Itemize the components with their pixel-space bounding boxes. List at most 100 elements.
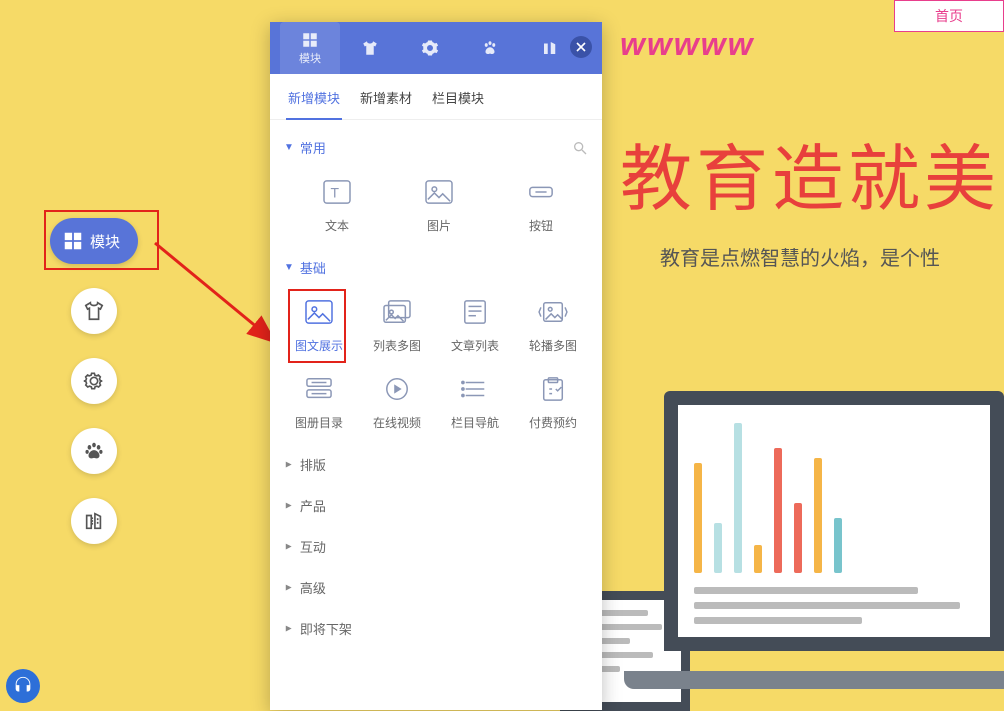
- section-product-title: 产品: [300, 496, 326, 515]
- gear-icon: [421, 39, 439, 57]
- section-advanced-title: 高级: [300, 578, 326, 597]
- side-modules-label: 模块: [90, 231, 120, 252]
- mod-list-multi[interactable]: 列表多图: [360, 297, 434, 354]
- section-interact-title: 互动: [300, 537, 326, 556]
- mod-button-label: 按钮: [529, 217, 553, 234]
- grid-icon: [62, 230, 84, 252]
- image-icon: [424, 179, 454, 205]
- multi-image-icon: [382, 299, 412, 325]
- subtab-add-asset[interactable]: 新增素材: [350, 74, 422, 119]
- section-basic-header[interactable]: ▼ 基础: [282, 244, 590, 285]
- side-modules-button[interactable]: 模块: [50, 218, 138, 264]
- image-icon: [304, 299, 334, 325]
- side-settings-button[interactable]: [71, 358, 117, 404]
- mod-button[interactable]: 按钮: [492, 177, 590, 234]
- chevron-right-icon: ▼: [283, 583, 294, 593]
- chevron-right-icon: ▼: [283, 542, 294, 552]
- mod-rich-image-label: 图文展示: [295, 337, 343, 354]
- clipboard-icon: [538, 376, 568, 402]
- section-advanced-header[interactable]: ▼ 高级: [282, 564, 590, 605]
- section-common-header[interactable]: ▼ 常用: [282, 124, 590, 165]
- mod-article-list[interactable]: 文章列表: [438, 297, 512, 354]
- section-common-title: 常用: [300, 138, 326, 157]
- shirt-icon: [83, 300, 105, 322]
- panel-header: 模块: [270, 22, 602, 74]
- document-icon: [460, 299, 490, 325]
- modules-panel: 模块 新增模块 新增素材 栏目模块 ▼ 常用 T: [270, 22, 602, 710]
- side-tools-button[interactable]: [71, 498, 117, 544]
- paw-icon: [83, 440, 105, 462]
- annotation-arrow: [150, 238, 290, 358]
- button-icon: [526, 179, 556, 205]
- banner-logo-text: wwwww: [620, 26, 754, 63]
- mod-carousel[interactable]: 轮播多图: [516, 297, 590, 354]
- mod-paid-appt[interactable]: 付费预约: [516, 374, 590, 431]
- mod-rich-image[interactable]: 图文展示: [282, 297, 356, 354]
- side-baidu-button[interactable]: [71, 428, 117, 474]
- subtab-add-module-label: 新增模块: [288, 91, 340, 106]
- subtab-column-module[interactable]: 栏目模块: [422, 74, 494, 119]
- decor-laptop-large: [644, 391, 1004, 711]
- section-deprecated-title: 即将下架: [300, 619, 352, 638]
- section-layout-header[interactable]: ▼ 排版: [282, 441, 590, 482]
- mod-carousel-label: 轮播多图: [529, 337, 577, 354]
- mod-article-list-label: 文章列表: [451, 337, 499, 354]
- panel-tab-modules[interactable]: 模块: [280, 22, 340, 74]
- gear-icon: [83, 370, 105, 392]
- section-deprecated-header[interactable]: ▼ 即将下架: [282, 605, 590, 646]
- panel-tab-settings[interactable]: [400, 22, 460, 74]
- side-toolbar: 模块: [50, 218, 138, 544]
- subtab-add-asset-label: 新增素材: [360, 91, 412, 106]
- section-basic-title: 基础: [300, 258, 326, 277]
- svg-text:T: T: [331, 185, 340, 201]
- panel-body[interactable]: ▼ 常用 T 文本 图片 按钮 ▼ 基础 图文: [270, 120, 602, 710]
- chevron-right-icon: ▼: [283, 501, 294, 511]
- panel-tab-theme[interactable]: [340, 22, 400, 74]
- mod-video-label: 在线视频: [373, 414, 421, 431]
- mod-video[interactable]: 在线视频: [360, 374, 434, 431]
- text-icon: T: [322, 179, 352, 205]
- headset-icon: [12, 675, 34, 697]
- album-icon: [304, 376, 334, 402]
- mod-column-nav-label: 栏目导航: [451, 414, 499, 431]
- close-icon: [576, 42, 586, 52]
- paw-icon: [481, 39, 499, 57]
- help-button[interactable]: [6, 669, 40, 703]
- mod-text-label: 文本: [325, 217, 349, 234]
- subtab-add-module[interactable]: 新增模块: [278, 74, 350, 119]
- mod-image[interactable]: 图片: [390, 177, 488, 234]
- page-headline: 教育造就美: [620, 120, 1000, 225]
- panel-subtabs: 新增模块 新增素材 栏目模块: [270, 74, 602, 120]
- chevron-right-icon: ▼: [283, 624, 294, 634]
- mod-image-label: 图片: [427, 217, 451, 234]
- panel-tab-modules-label: 模块: [299, 50, 321, 66]
- carousel-icon: [538, 299, 568, 325]
- mod-column-nav[interactable]: 栏目导航: [438, 374, 512, 431]
- ruler-icon: [541, 39, 559, 57]
- mod-text[interactable]: T 文本: [288, 177, 386, 234]
- shirt-icon: [361, 39, 379, 57]
- side-theme-button[interactable]: [71, 288, 117, 334]
- nav-home[interactable]: 首页: [894, 0, 1004, 32]
- chevron-down-icon: ▼: [284, 262, 294, 273]
- grid-icon: [301, 31, 319, 49]
- panel-close-button[interactable]: [570, 36, 592, 58]
- list-icon: [460, 376, 490, 402]
- mod-album-dir[interactable]: 图册目录: [282, 374, 356, 431]
- play-icon: [382, 376, 412, 402]
- section-product-header[interactable]: ▼ 产品: [282, 482, 590, 523]
- section-interact-header[interactable]: ▼ 互动: [282, 523, 590, 564]
- nav-home-label: 首页: [935, 6, 963, 26]
- ruler-icon: [83, 510, 105, 532]
- panel-tab-baidu[interactable]: [460, 22, 520, 74]
- chevron-down-icon: ▼: [284, 142, 294, 153]
- mod-album-dir-label: 图册目录: [295, 414, 343, 431]
- search-icon[interactable]: [572, 140, 588, 156]
- chevron-right-icon: ▼: [283, 460, 294, 470]
- mod-list-multi-label: 列表多图: [373, 337, 421, 354]
- page-subhead: 教育是点燃智慧的火焰，是个性: [660, 242, 940, 271]
- subtab-column-module-label: 栏目模块: [432, 91, 484, 106]
- decor-chart: [694, 423, 974, 573]
- mod-paid-appt-label: 付费预约: [529, 414, 577, 431]
- section-layout-title: 排版: [300, 455, 326, 474]
